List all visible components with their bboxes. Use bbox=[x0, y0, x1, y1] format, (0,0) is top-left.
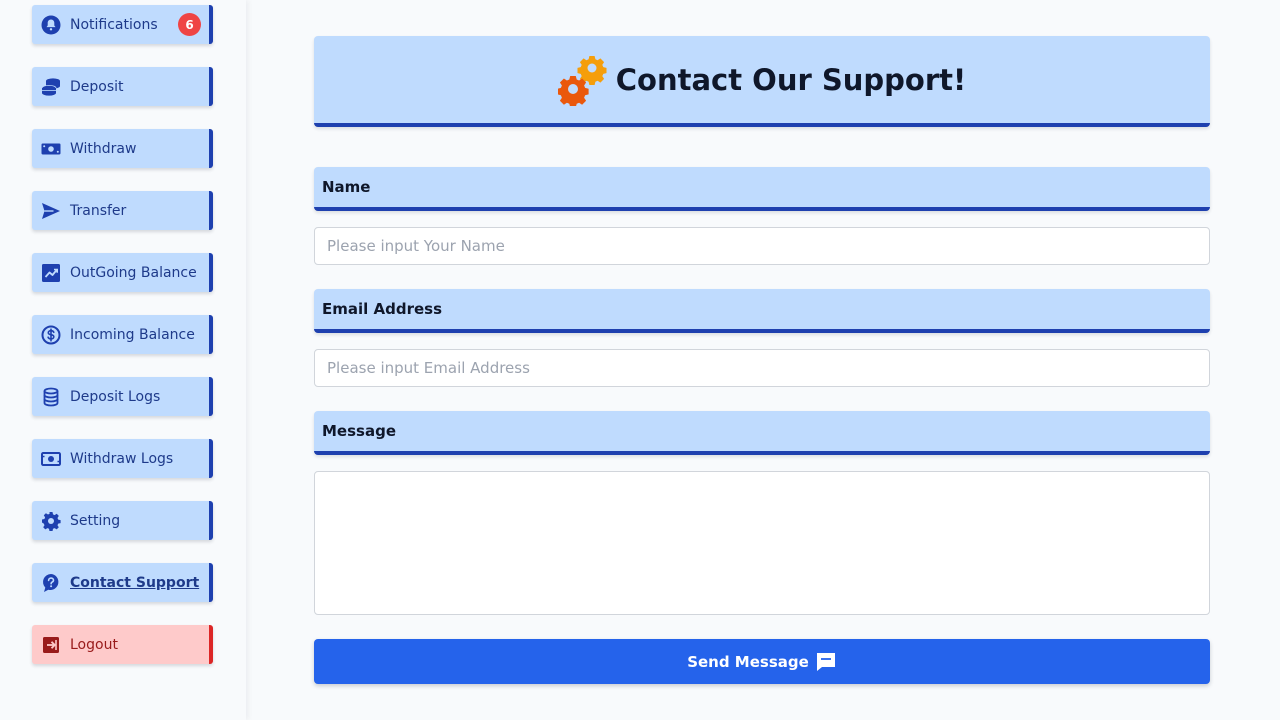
paper-plane-icon bbox=[40, 200, 62, 222]
dollar-circle-icon bbox=[40, 324, 62, 346]
send-message-label: Send Message bbox=[687, 652, 809, 671]
sidebar-item-label: Logout bbox=[70, 636, 118, 653]
sidebar-item-label: Withdraw bbox=[70, 140, 137, 157]
bell-icon bbox=[40, 14, 62, 36]
sidebar-item-label: Notifications bbox=[70, 16, 158, 33]
sidebar-item-incoming-balance[interactable]: Incoming Balance bbox=[32, 315, 213, 354]
email-label: Email Address bbox=[314, 289, 1210, 333]
sidebar-item-deposit[interactable]: Deposit bbox=[32, 67, 213, 106]
message-label: Message bbox=[314, 411, 1210, 455]
money-bill-wave-icon bbox=[40, 448, 62, 470]
sidebar-item-contact-support[interactable]: Contact Support bbox=[32, 563, 213, 602]
page-header: Contact Our Support! bbox=[314, 36, 1210, 127]
sidebar-item-label: Setting bbox=[70, 512, 121, 529]
sidebar-item-setting[interactable]: Setting bbox=[32, 501, 213, 540]
money-bill-icon bbox=[40, 138, 62, 160]
sidebar-item-notifications[interactable]: Notifications 6 bbox=[32, 5, 213, 44]
email-input[interactable] bbox=[314, 349, 1210, 387]
sidebar-item-withdraw[interactable]: Withdraw bbox=[32, 129, 213, 168]
sidebar-item-label: Deposit Logs bbox=[70, 388, 161, 405]
page-title: Contact Our Support! bbox=[615, 62, 967, 97]
chart-line-icon bbox=[40, 262, 62, 284]
sidebar-item-outgoing-balance[interactable]: OutGoing Balance bbox=[32, 253, 213, 292]
sidebar-item-deposit-logs[interactable]: Deposit Logs bbox=[32, 377, 213, 416]
database-icon bbox=[40, 386, 62, 408]
sidebar-item-label: Transfer bbox=[70, 202, 127, 219]
sidebar-item-label: Contact Support bbox=[70, 574, 200, 591]
name-input[interactable] bbox=[314, 227, 1210, 265]
sidebar-item-label: Withdraw Logs bbox=[70, 450, 174, 467]
gear-icon bbox=[40, 510, 62, 532]
message-icon bbox=[815, 651, 837, 673]
sidebar-item-label: OutGoing Balance bbox=[70, 264, 197, 281]
notification-count-badge: 6 bbox=[178, 13, 201, 36]
question-icon bbox=[40, 572, 62, 594]
sidebar-item-withdraw-logs[interactable]: Withdraw Logs bbox=[32, 439, 213, 478]
sidebar-item-logout[interactable]: Logout bbox=[32, 625, 213, 664]
gears-icon bbox=[557, 54, 610, 107]
send-message-button[interactable]: Send Message bbox=[314, 639, 1210, 684]
sidebar-item-label: Incoming Balance bbox=[70, 326, 195, 343]
sidebar-item-transfer[interactable]: Transfer bbox=[32, 191, 213, 230]
message-textarea[interactable] bbox=[314, 471, 1210, 615]
main-content: Contact Our Support! Name Email Address … bbox=[314, 36, 1210, 684]
name-label: Name bbox=[314, 167, 1210, 211]
sign-out-icon bbox=[40, 634, 62, 656]
coins-icon bbox=[40, 76, 62, 98]
sidebar: Notifications 6 Deposit Withdraw Transfe… bbox=[0, 0, 246, 720]
sidebar-item-label: Deposit bbox=[70, 78, 124, 95]
